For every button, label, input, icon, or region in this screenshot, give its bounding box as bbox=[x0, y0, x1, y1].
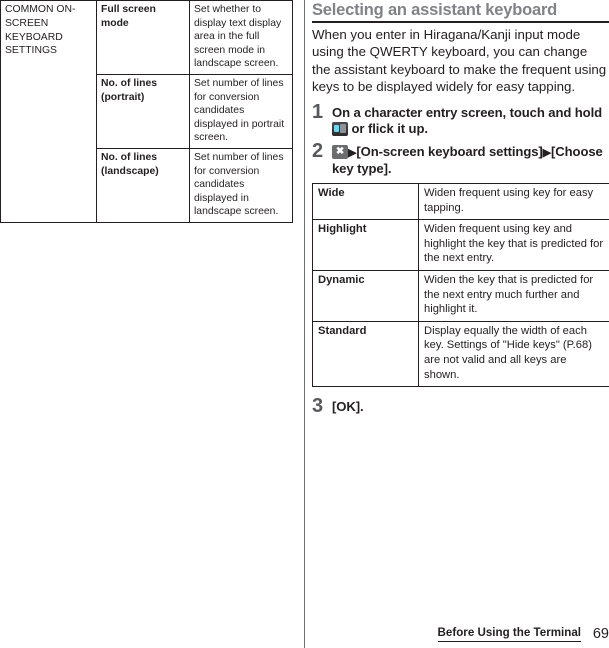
setting-item-description: Set number of lines for conversion candi… bbox=[189, 73, 293, 149]
key-type-name: Standard bbox=[312, 320, 419, 388]
key-type-description: Widen frequent using key and highlight t… bbox=[418, 219, 609, 271]
step-3-body[interactable]: [OK]. bbox=[332, 398, 609, 416]
footer-chapter-label: Before Using the Terminal bbox=[437, 626, 581, 642]
step-1-body: On a character entry screen, touch and h… bbox=[332, 104, 609, 138]
key-type-name: Dynamic bbox=[312, 269, 419, 322]
key-type-name: Wide bbox=[312, 182, 419, 221]
table-row: COMMON ON-SCREEN KEYBOARD SETTINGS Full … bbox=[0, 0, 293, 223]
key-type-table: Wide Widen frequent using key for easy t… bbox=[312, 182, 609, 388]
settings-category-cell: COMMON ON-SCREEN KEYBOARD SETTINGS bbox=[0, 0, 97, 223]
key-type-name: Highlight bbox=[312, 219, 419, 271]
right-column: Selecting an assistant keyboard When you… bbox=[312, 0, 609, 421]
step-1-text-after: or flick it up. bbox=[348, 121, 428, 137]
key-type-description: Widen the key that is predicted for the … bbox=[418, 269, 609, 322]
step-3: 3 [OK]. bbox=[312, 395, 609, 418]
table-row: Dynamic Widen the key that is predicted … bbox=[312, 269, 609, 322]
document-page: COMMON ON-SCREEN KEYBOARD SETTINGS Full … bbox=[0, 0, 609, 648]
setting-item-name: No. of lines (portrait) bbox=[96, 73, 190, 149]
left-column: COMMON ON-SCREEN KEYBOARD SETTINGS Full … bbox=[0, 0, 293, 223]
common-keyboard-settings-table: COMMON ON-SCREEN KEYBOARD SETTINGS Full … bbox=[0, 0, 293, 223]
step-1-number: 1 bbox=[312, 100, 324, 123]
footer-page-number: 69 bbox=[592, 626, 609, 642]
key-type-description: Display equally the width of each key. S… bbox=[418, 320, 609, 388]
setting-item-description: Set number of lines for conversion candi… bbox=[189, 147, 293, 223]
step-1: 1 On a character entry screen, touch and… bbox=[312, 100, 609, 138]
step-1-text-before: On a character entry screen, touch and h… bbox=[332, 104, 603, 120]
settings-tool-icon[interactable]: ✖ bbox=[332, 144, 348, 159]
page-title: Selecting an assistant keyboard bbox=[312, 1, 558, 19]
section-intro-paragraph: When you enter in Hiragana/Kanji input m… bbox=[312, 27, 607, 95]
step-2: 2 ✖ ▶[On-screen keyboard settings]▶[Choos… bbox=[312, 139, 609, 178]
tool-glyph: ✖ bbox=[335, 145, 345, 157]
key-type-description: Widen frequent using key for easy tappin… bbox=[418, 182, 609, 221]
column-divider bbox=[304, 0, 305, 648]
title-rule bbox=[312, 21, 609, 23]
step-2-label-1[interactable]: [On-screen keyboard settings] bbox=[356, 144, 542, 159]
setting-item-name: No. of lines (landscape) bbox=[96, 147, 190, 223]
table-row: Wide Widen frequent using key for easy t… bbox=[312, 182, 609, 221]
arrow-2-icon: ▶ bbox=[542, 146, 552, 159]
table-row: Highlight Widen frequent using key and h… bbox=[312, 219, 609, 271]
step-3-number: 3 bbox=[312, 395, 324, 418]
table-row: Standard Display equally the width of ea… bbox=[312, 320, 609, 388]
keyboard-switch-icon[interactable] bbox=[332, 122, 348, 137]
setting-item-description: Set whether to display text display area… bbox=[189, 0, 293, 75]
step-2-number: 2 bbox=[312, 139, 324, 162]
page-footer: Before Using the Terminal 69 bbox=[437, 626, 609, 642]
setting-item-name: Full screen mode bbox=[96, 0, 190, 75]
step-2-body: ✖ ▶[On-screen keyboard settings]▶[Choose … bbox=[332, 143, 609, 178]
